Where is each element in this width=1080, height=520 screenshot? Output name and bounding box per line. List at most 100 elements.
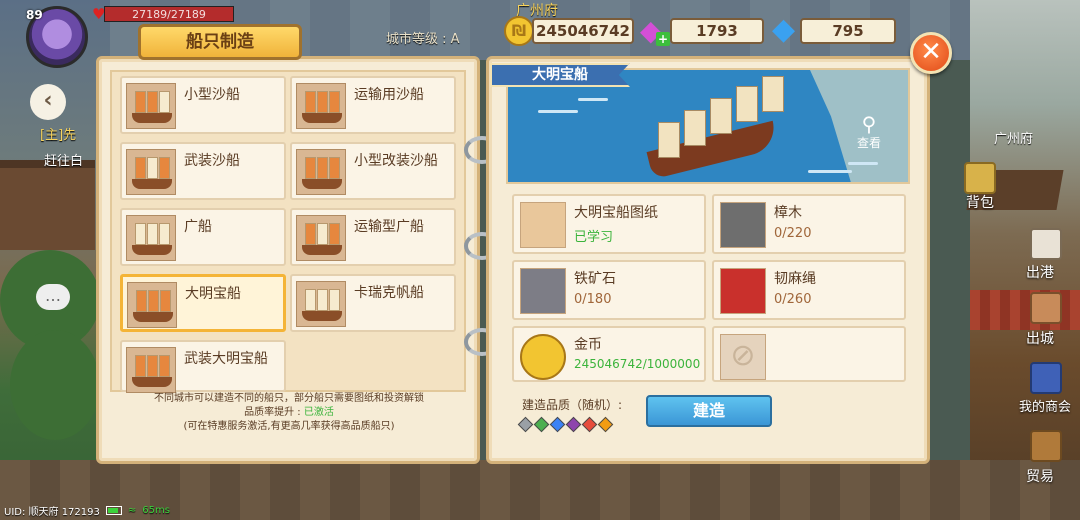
tree <box>10 330 100 440</box>
ship-sail <box>684 110 706 146</box>
depart-port-icon[interactable] <box>1030 228 1062 260</box>
ship-item[interactable]: 广船 <box>120 208 286 266</box>
side-item-trade[interactable]: 贸易 <box>1000 466 1080 486</box>
back-button[interactable]: ‹ <box>30 84 66 120</box>
status-bar: UID: 顺天府 172193 ≈ 65ms <box>4 502 170 518</box>
ship-item[interactable]: 卡瑞克帆船 <box>290 274 456 332</box>
material-name: 大明宝船图纸 <box>574 205 658 221</box>
ship-sail <box>135 355 146 377</box>
ship-sail <box>148 290 159 312</box>
hp-text: 27189/27189 <box>132 8 206 21</box>
ship-sail <box>317 223 328 245</box>
ship-icon <box>296 83 346 129</box>
ship-item[interactable]: 运输用沙船 <box>290 76 456 134</box>
ship-sail <box>329 91 340 113</box>
wave <box>808 170 852 173</box>
ship-item[interactable]: 小型改装沙船 <box>290 142 456 200</box>
hp-bar: 27189/27189 <box>104 6 234 22</box>
ship-sail <box>736 86 758 122</box>
exit-city-icon[interactable] <box>1030 292 1062 324</box>
chat-icon[interactable]: … <box>36 284 70 310</box>
ship-sail <box>329 223 340 245</box>
view-ship-label[interactable]: 查看 <box>852 134 886 151</box>
material-item[interactable]: 樟木 0/220 <box>712 194 906 254</box>
ship-sail <box>329 157 340 179</box>
ship-hull <box>302 179 342 189</box>
material-item[interactable]: 大明宝船图纸 已学习 <box>512 194 706 254</box>
ship-sail <box>159 355 170 377</box>
ship-hull <box>132 113 172 123</box>
material-name: 金币 <box>574 337 602 353</box>
blue-gem-amount: 795 <box>800 18 896 44</box>
gold-coin-icon: ₪ <box>504 16 534 46</box>
material-item[interactable]: 韧麻绳 0/260 <box>712 260 906 320</box>
close-button[interactable]: ✕ <box>910 32 952 74</box>
ship-sail <box>135 91 146 113</box>
ship-name: 运输型广船 <box>354 219 424 235</box>
empty-material-slot: ⊘ <box>712 326 906 382</box>
red-railing <box>970 290 1080 330</box>
guild-icon[interactable] <box>1030 362 1062 394</box>
quest-text[interactable]: 赶往白 <box>44 150 83 169</box>
material-name: 韧麻绳 <box>774 271 816 287</box>
ship-sail <box>147 91 158 113</box>
material-item[interactable]: 金币 245046742/1000000 <box>512 326 706 382</box>
minimap-city-label: 广州府 <box>994 132 1034 147</box>
ship-icon <box>126 215 176 261</box>
city-level: 城市等级 : A <box>386 32 460 47</box>
ship-sail <box>135 223 146 245</box>
trade-icon[interactable] <box>1030 430 1062 462</box>
ship-sail <box>159 157 170 179</box>
material-count: 0/220 <box>774 226 812 241</box>
ship-sail <box>159 223 170 245</box>
ship-hull <box>133 312 173 322</box>
house <box>0 160 95 250</box>
quest-tag[interactable]: [主]先 <box>40 124 76 143</box>
ship-hull <box>302 113 342 123</box>
ship-sail <box>136 290 147 312</box>
ship-item[interactable]: 运输型广船 <box>290 208 456 266</box>
ship-name: 武装大明宝船 <box>184 351 268 367</box>
add-gems-button[interactable]: + <box>656 32 670 46</box>
material-item[interactable]: 铁矿石 0/180 <box>512 260 706 320</box>
info-note: 不同城市可以建造不同的船只，部分船只需要图纸和投资解锁 品质率提升 : 已激活 … <box>108 392 470 434</box>
ship-name: 小型沙船 <box>184 87 240 103</box>
ship-item[interactable]: 大明宝船 <box>120 274 286 332</box>
note-quality-label: 品质率提升 : <box>244 407 304 418</box>
ship-name: 运输用沙船 <box>354 87 424 103</box>
material-count: 0/260 <box>774 292 812 307</box>
ship-icon <box>296 281 346 327</box>
ship-icon <box>126 83 176 129</box>
ship-sail <box>135 157 146 179</box>
ship-name: 卡瑞克帆船 <box>354 285 424 301</box>
ship-item[interactable]: 武装大明宝船 <box>120 340 286 393</box>
side-item-backpack[interactable]: 背包 <box>940 192 1020 212</box>
ship-hull <box>302 311 342 321</box>
build-button[interactable]: 建造 <box>646 395 772 427</box>
note-quality-status: 已激活 <box>303 407 334 418</box>
ship-sail <box>329 289 340 311</box>
ship-item[interactable]: 小型沙船 <box>120 76 286 134</box>
backpack-icon[interactable] <box>964 162 996 194</box>
ship-sail <box>160 290 171 312</box>
ship-sail <box>710 98 732 134</box>
ship-sail <box>658 122 680 158</box>
ship-item[interactable]: 武装沙船 <box>120 142 286 200</box>
side-item-depart-port[interactable]: 出港 <box>1000 262 1080 282</box>
material-name: 铁矿石 <box>574 271 616 287</box>
side-item-exit-city[interactable]: 出城 <box>1000 328 1080 348</box>
ship-sail <box>147 355 158 377</box>
ship-sail <box>147 157 158 179</box>
iron-ore-icon <box>520 268 566 314</box>
side-item-my-guild[interactable]: 我的商会 <box>1010 396 1080 415</box>
pink-gem-amount: 1793 <box>670 18 764 44</box>
material-count: 0/180 <box>574 292 612 307</box>
blueprint-icon <box>520 202 566 248</box>
panel-title: 船只制造 <box>138 24 302 60</box>
ship-sail <box>305 289 316 311</box>
gold-coin-icon <box>520 334 566 380</box>
ship-icon <box>127 282 177 328</box>
ship-hull <box>302 245 342 255</box>
ship-hull <box>132 179 172 189</box>
ship-sail <box>305 157 316 179</box>
